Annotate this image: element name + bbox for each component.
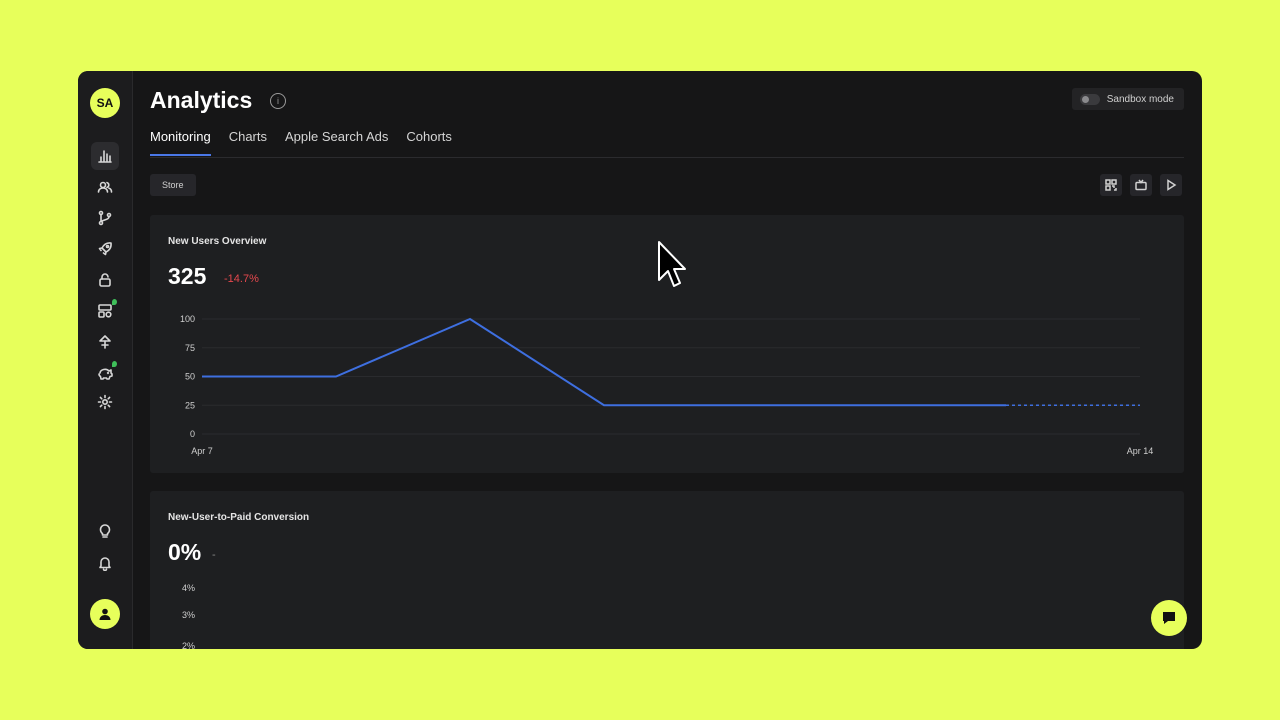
store-filter-button[interactable]: Store (150, 174, 196, 196)
app-window: SA Analytics i Sandbox mode Monitoring C… (78, 71, 1202, 649)
mouse-cursor-icon (658, 241, 686, 287)
sidebar: SA (78, 71, 133, 649)
sidebar-item-placements[interactable] (91, 297, 119, 325)
divider (150, 157, 1184, 158)
lock-icon (99, 273, 111, 287)
sidebar-item-launch[interactable] (91, 235, 119, 263)
y-tick-label: 3% (182, 610, 195, 620)
y-tick-label: 25 (185, 400, 195, 410)
gear-icon (97, 394, 113, 410)
tv-icon (1135, 179, 1147, 191)
sidebar-item-flows[interactable] (91, 204, 119, 232)
new-badge (112, 299, 117, 305)
conversion-card: New-User-to-Paid Conversion 0% - 2% 3% 4% (150, 491, 1184, 649)
x-tick-label: Apr 14 (1127, 446, 1154, 456)
users-icon (97, 181, 113, 193)
y-tick-label: 4% (182, 583, 195, 593)
user-avatar[interactable] (90, 599, 120, 629)
qr-code-button[interactable] (1100, 174, 1122, 196)
sidebar-item-paywalls[interactable] (91, 266, 119, 294)
play-icon (1167, 179, 1177, 191)
new-badge (112, 361, 117, 367)
y-tick-label: 100 (180, 314, 195, 324)
tab-charts[interactable]: Charts (229, 129, 267, 156)
y-tick-label: 50 (185, 372, 195, 382)
y-tick-label: 75 (185, 343, 195, 353)
tab-monitoring[interactable]: Monitoring (150, 129, 211, 156)
sidebar-item-tips[interactable] (91, 517, 119, 545)
layout-icon (98, 304, 112, 318)
sidebar-item-notifications[interactable] (91, 549, 119, 577)
conversion-chart: 2% 3% 4% (182, 583, 195, 649)
piggy-bank-icon (98, 368, 113, 380)
toggle-switch[interactable] (1079, 93, 1100, 105)
sidebar-item-analytics[interactable] (91, 142, 119, 170)
sandbox-mode-toggle[interactable]: Sandbox mode (1071, 88, 1184, 110)
play-button[interactable] (1160, 174, 1182, 196)
bar-chart-icon (98, 150, 112, 163)
bell-icon (99, 557, 111, 571)
series-line (202, 317, 1006, 407)
chat-button[interactable] (1151, 600, 1187, 636)
chat-icon (1163, 612, 1175, 624)
main-content: Analytics i Sandbox mode Monitoring Char… (132, 71, 1202, 649)
sidebar-item-products[interactable] (91, 359, 119, 387)
qr-code-icon (1105, 179, 1117, 191)
y-tick-label: 0 (190, 429, 195, 439)
tv-mode-button[interactable] (1130, 174, 1152, 196)
sidebar-item-settings[interactable] (91, 388, 119, 416)
user-icon (99, 608, 111, 620)
y-tick-label: 2% (182, 641, 195, 649)
sidebar-item-users[interactable] (91, 173, 119, 201)
page-title: Analytics (150, 87, 253, 113)
workspace-avatar[interactable]: SA (90, 88, 120, 118)
x-tick-label: Apr 7 (191, 446, 213, 456)
rocket-icon (98, 242, 112, 256)
tab-apple-search-ads[interactable]: Apple Search Ads (285, 129, 388, 156)
lightbulb-icon (99, 524, 111, 538)
sandbox-label: Sandbox mode (1106, 93, 1174, 105)
info-icon[interactable]: i (270, 93, 286, 109)
tab-cohorts[interactable]: Cohorts (406, 129, 452, 156)
branch-icon (98, 210, 112, 226)
tab-bar: Monitoring Charts Apple Search Ads Cohor… (150, 129, 452, 156)
sidebar-item-ab-tests[interactable] (91, 328, 119, 356)
tree-icon (99, 335, 111, 349)
